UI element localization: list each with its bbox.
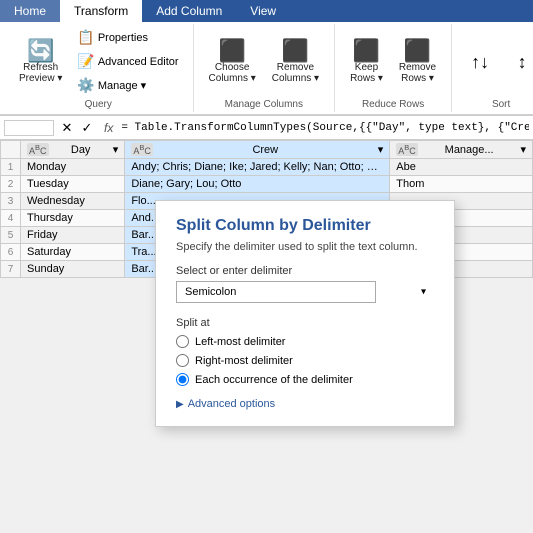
- properties-button[interactable]: 📋 Properties: [71, 26, 184, 49]
- formula-bar-controls: ✕ ✓: [58, 119, 96, 137]
- properties-label: Properties: [98, 32, 148, 44]
- advanced-options-toggle[interactable]: ▶ Advanced options: [176, 398, 434, 410]
- properties-icon: 📋: [77, 29, 94, 46]
- ribbon-group-reduce-rows: ⬛ KeepRows ▾ ⬛ RemoveRows ▾ Reduce Rows: [335, 24, 452, 112]
- ribbon-group-manage-columns: ⬛ ChooseColumns ▾ ⬛ RemoveColumns ▾ Mana…: [194, 24, 336, 112]
- radio-leftmost-label: Left-most delimiter: [195, 336, 285, 348]
- select-arrow-icon: ▾: [421, 287, 426, 298]
- reduce-rows-buttons: ⬛ KeepRows ▾ ⬛ RemoveRows ▾: [343, 26, 443, 97]
- name-box[interactable]: [4, 120, 54, 136]
- query-buttons: 🔄 RefreshPreview ▾ 📋 Properties 📝 Advanc…: [12, 26, 185, 97]
- dialog-title: Split Column by Delimiter: [176, 217, 434, 235]
- sort-asc-button[interactable]: ↑↓: [460, 49, 500, 75]
- remove-rows-label: RemoveRows ▾: [399, 62, 436, 84]
- advanced-options-label: Advanced options: [188, 398, 275, 410]
- delimiter-select-wrap: Semicolon Comma Tab Space Colon Custom ▾: [176, 281, 434, 303]
- tab-home[interactable]: Home: [0, 0, 60, 22]
- dialog-desc: Specify the delimiter used to split the …: [176, 241, 434, 253]
- formula-input[interactable]: [121, 122, 529, 134]
- dialog-overlay: Split Column by Delimiter Specify the de…: [0, 140, 533, 533]
- remove-columns-icon: ⬛: [282, 40, 309, 62]
- remove-rows-button[interactable]: ⬛ RemoveRows ▾: [392, 36, 443, 88]
- radio-leftmost-input[interactable]: [176, 335, 189, 348]
- reduce-rows-group-label: Reduce Rows: [362, 99, 424, 110]
- radio-rightmost-input[interactable]: [176, 354, 189, 367]
- select-delimiter-label: Select or enter delimiter: [176, 265, 434, 277]
- tab-view[interactable]: View: [236, 0, 290, 22]
- advanced-options-arrow-icon: ▶: [176, 399, 184, 410]
- refresh-preview-label: RefreshPreview ▾: [19, 62, 62, 84]
- manage-label: Manage ▾: [98, 79, 146, 92]
- manage-icon: ⚙️: [77, 77, 94, 94]
- fx-label: fx: [104, 121, 113, 135]
- radio-leftmost[interactable]: Left-most delimiter: [176, 335, 434, 348]
- split-column-dialog: Split Column by Delimiter Specify the de…: [155, 200, 455, 427]
- advanced-editor-icon: 📝: [77, 53, 94, 70]
- sort-desc-button[interactable]: ↕: [502, 49, 533, 75]
- sort-asc-icon: ↑↓: [471, 53, 489, 71]
- table-container: ABC Day ▾ ABC Crew ▾: [0, 140, 533, 533]
- split-options-group: Left-most delimiter Right-most delimiter…: [176, 335, 434, 386]
- keep-rows-label: KeepRows ▾: [350, 62, 383, 84]
- radio-each-label: Each occurrence of the delimiter: [195, 374, 353, 386]
- ribbon: Home Transform Add Column View 🔄 Refresh…: [0, 0, 533, 116]
- ribbon-content: 🔄 RefreshPreview ▾ 📋 Properties 📝 Advanc…: [0, 22, 533, 115]
- formula-accept-button[interactable]: ✓: [78, 119, 96, 137]
- choose-columns-label: ChooseColumns ▾: [209, 62, 256, 84]
- remove-columns-button[interactable]: ⬛ RemoveColumns ▾: [265, 36, 326, 88]
- query-group-label: Query: [85, 99, 112, 110]
- tab-transform[interactable]: Transform: [60, 0, 142, 22]
- radio-rightmost-label: Right-most delimiter: [195, 355, 293, 367]
- keep-rows-button[interactable]: ⬛ KeepRows ▾: [343, 36, 390, 88]
- table-area: ABC Day ▾ ABC Crew ▾: [0, 140, 533, 533]
- sort-group-label: Sort: [492, 99, 510, 110]
- formula-cancel-button[interactable]: ✕: [58, 119, 76, 137]
- sort-desc-icon: ↕: [518, 53, 527, 71]
- formula-bar: ✕ ✓ fx: [0, 116, 533, 140]
- radio-each-input[interactable]: [176, 373, 189, 386]
- manage-columns-buttons: ⬛ ChooseColumns ▾ ⬛ RemoveColumns ▾: [202, 26, 327, 97]
- ribbon-tab-bar: Home Transform Add Column View: [0, 0, 533, 22]
- radio-rightmost[interactable]: Right-most delimiter: [176, 354, 434, 367]
- manage-columns-group-label: Manage Columns: [225, 99, 303, 110]
- tab-add-column[interactable]: Add Column: [142, 0, 236, 22]
- split-at-label: Split at: [176, 317, 434, 329]
- radio-each[interactable]: Each occurrence of the delimiter: [176, 373, 434, 386]
- remove-columns-label: RemoveColumns ▾: [272, 62, 319, 84]
- query-small-buttons: 📋 Properties 📝 Advanced Editor ⚙️ Manage…: [71, 26, 184, 97]
- remove-rows-icon: ⬛: [404, 40, 431, 62]
- refresh-icon: 🔄: [27, 40, 54, 62]
- keep-rows-icon: ⬛: [353, 40, 380, 62]
- ribbon-group-sort: ↑↓ ↕ Sort: [452, 24, 533, 112]
- ribbon-group-query: 🔄 RefreshPreview ▾ 📋 Properties 📝 Advanc…: [4, 24, 194, 112]
- choose-columns-button[interactable]: ⬛ ChooseColumns ▾: [202, 36, 263, 88]
- advanced-editor-label: Advanced Editor: [98, 56, 179, 68]
- choose-columns-icon: ⬛: [218, 40, 245, 62]
- refresh-preview-button[interactable]: 🔄 RefreshPreview ▾: [12, 36, 69, 88]
- delimiter-select[interactable]: Semicolon Comma Tab Space Colon Custom: [176, 281, 376, 303]
- sort-buttons: ↑↓ ↕: [460, 26, 533, 97]
- manage-button[interactable]: ⚙️ Manage ▾: [71, 74, 184, 97]
- advanced-editor-button[interactable]: 📝 Advanced Editor: [71, 50, 184, 73]
